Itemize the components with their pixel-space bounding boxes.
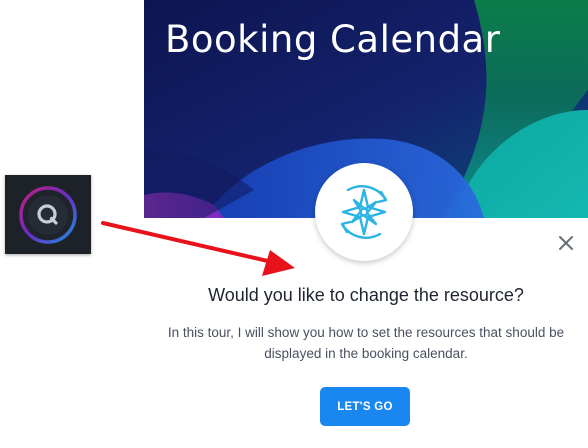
tour-description: In this tour, I will show you how to set… (167, 325, 565, 361)
close-icon (559, 236, 573, 250)
banner-title: Booking Calendar (165, 18, 501, 61)
tour-badge (315, 163, 413, 261)
compass-icon (340, 185, 388, 239)
app-logo-tile[interactable] (5, 175, 91, 254)
lets-go-button[interactable]: LET'S GO (320, 387, 410, 426)
tour-screen: Booking Calendar Would you like to chang… (0, 0, 588, 448)
close-button[interactable] (555, 232, 577, 254)
tour-heading: Would you like to change the resource? (208, 285, 524, 305)
q-logo-icon (19, 185, 77, 244)
